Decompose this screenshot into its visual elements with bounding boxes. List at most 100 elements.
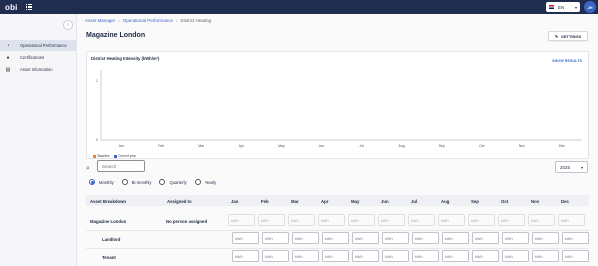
month-value-input[interactable]: kWh: [232, 232, 259, 244]
month-value-input[interactable]: kWh: [352, 232, 379, 244]
gauge-icon: ◔: [6, 42, 10, 49]
chart-title: District Heating Intensity (kWh/m²): [91, 56, 160, 61]
chevron-down-icon: ▾: [580, 164, 583, 170]
month-value-input: kWh: [288, 214, 315, 226]
column-header: Dec: [561, 198, 569, 204]
month-value-input[interactable]: kWh: [532, 232, 559, 244]
legend-swatch: [93, 154, 96, 158]
page-title: Magazine London: [86, 32, 146, 39]
month-value-input: kWh: [528, 214, 555, 226]
month-value-input[interactable]: kWh: [322, 250, 349, 262]
x-tick-label: Oct: [479, 144, 484, 148]
breadcrumb-link[interactable]: Asset Manager: [85, 18, 115, 23]
x-tick-label: Feb: [158, 144, 164, 148]
month-value-input[interactable]: kWh: [292, 232, 319, 244]
show-results-button[interactable]: SHOW RESULTS: [552, 59, 582, 63]
radio-dot: [89, 179, 95, 185]
month-value-input[interactable]: kWh: [352, 250, 379, 262]
month-value-input[interactable]: kWh: [412, 250, 439, 262]
logo[interactable]: obi: [5, 3, 18, 12]
radio-quarterly[interactable]: Quarterly: [159, 179, 187, 185]
legend-item-baseline[interactable]: Baseline: [93, 154, 110, 158]
y-tick-label: 0: [96, 138, 98, 142]
search-input[interactable]: [97, 160, 145, 172]
x-tick-label: Jul: [359, 144, 364, 148]
radio-dot: [159, 179, 166, 185]
legend-swatch: [113, 154, 117, 158]
month-value-input[interactable]: kWh: [562, 232, 589, 244]
radio-label: Bi-monthly: [131, 179, 152, 185]
table-row: Landlord kWh kWh kWh kWh kWh kWh kWh kWh kWh kWh kW…: [86, 232, 589, 245]
legend-item-current-year[interactable]: Current year: [113, 154, 136, 158]
month-value-input[interactable]: kWh: [292, 250, 319, 262]
column-header: Apr: [321, 198, 329, 204]
sidebar-item-operational-performance[interactable]: ◔ Operational Performance: [0, 40, 77, 51]
grid-icon[interactable]: [25, 3, 32, 11]
chart-legend: Baseline Current year: [93, 154, 136, 158]
radio-yearly[interactable]: Yearly: [194, 179, 216, 185]
x-tick-label: Aug: [399, 144, 405, 148]
breadcrumb: Asset Manager › Operational Performance › Di…: [85, 18, 212, 23]
month-value-input: kWh: [318, 214, 345, 226]
search-icon: ⌕: [86, 165, 90, 172]
month-value-input[interactable]: kWh: [472, 250, 499, 262]
chevron-left-icon: ‹: [67, 22, 69, 28]
radio-dot: [194, 179, 201, 185]
column-header: Nov: [531, 198, 540, 204]
chart-card: 1 0 Jan Feb Mar Apr May Jun Jul Aug Sep Oct Nov Dec D…: [86, 51, 589, 159]
x-tick-label: Sep: [439, 144, 445, 148]
year-select[interactable]: 2025 ▾: [555, 161, 588, 173]
check-circle-icon: ●: [6, 54, 10, 61]
month-value-input: kWh: [408, 214, 435, 226]
column-header: May: [351, 198, 360, 204]
month-value-input[interactable]: kWh: [472, 232, 499, 244]
sidebar-item-label: Operational Performance: [20, 43, 67, 48]
language-select[interactable]: EN ▾: [546, 2, 580, 12]
month-value-input[interactable]: kWh: [442, 250, 469, 262]
month-value-input[interactable]: kWh: [262, 232, 289, 244]
month-value-input[interactable]: kWh: [442, 232, 469, 244]
month-value-input: kWh: [348, 214, 375, 226]
column-header: Sep: [471, 198, 479, 204]
month-value-input: kWh: [468, 214, 495, 226]
avatar[interactable]: JH: [584, 1, 596, 13]
column-header: Jun: [381, 198, 389, 204]
column-header: Mar: [291, 198, 299, 204]
language-label: EN: [558, 4, 565, 10]
radio-bi-monthly[interactable]: Bi-monthly: [121, 179, 152, 185]
month-value-input[interactable]: kWh: [562, 250, 589, 262]
month-value-input[interactable]: kWh: [532, 250, 559, 262]
x-tick-label: Nov: [519, 144, 525, 148]
uk-flag-icon: [549, 5, 554, 9]
column-header: Jan: [231, 198, 239, 204]
month-value-input[interactable]: kWh: [382, 232, 409, 244]
breadcrumb-link[interactable]: Operational Performance: [123, 18, 173, 23]
month-value-input[interactable]: kWh: [412, 232, 439, 244]
month-value-input[interactable]: kWh: [502, 232, 529, 244]
month-value-input[interactable]: kWh: [322, 232, 349, 244]
chevron-down-icon: ▾: [574, 4, 577, 10]
column-header: Assigned to: [167, 198, 192, 204]
column-header: Oct: [501, 198, 509, 204]
breadcrumb-current: District Heating: [180, 18, 212, 23]
month-value-input: kWh: [228, 214, 255, 226]
legend-label: Baseline: [97, 154, 110, 158]
table-row: Magazine London No person assigned kWh kWh k…: [86, 214, 589, 227]
month-value-input[interactable]: kWh: [232, 250, 259, 262]
radio-monthly[interactable]: Monthly: [89, 179, 114, 185]
top-bar: obi EN ▾ JH: [0, 0, 598, 14]
assigned-to: No person assigned: [166, 219, 208, 224]
collapse-sidebar-button[interactable]: ‹: [63, 20, 73, 30]
month-value-input[interactable]: kWh: [502, 250, 529, 262]
settings-label: SETTINGS: [561, 33, 582, 39]
radio-label: Quarterly: [169, 179, 187, 185]
sidebar-item-asset-information[interactable]: ▤ Asset Information: [0, 64, 77, 75]
month-value-input: kWh: [258, 214, 285, 226]
sidebar-item-certifications[interactable]: ● Certifications: [0, 52, 77, 63]
x-tick-label: May: [278, 144, 285, 148]
month-value-input[interactable]: kWh: [262, 250, 289, 262]
x-tick-label: Apr: [239, 144, 245, 148]
column-header: Feb: [261, 198, 269, 204]
month-value-input[interactable]: kWh: [382, 250, 409, 262]
settings-button[interactable]: ✎ SETTINGS: [548, 31, 588, 41]
